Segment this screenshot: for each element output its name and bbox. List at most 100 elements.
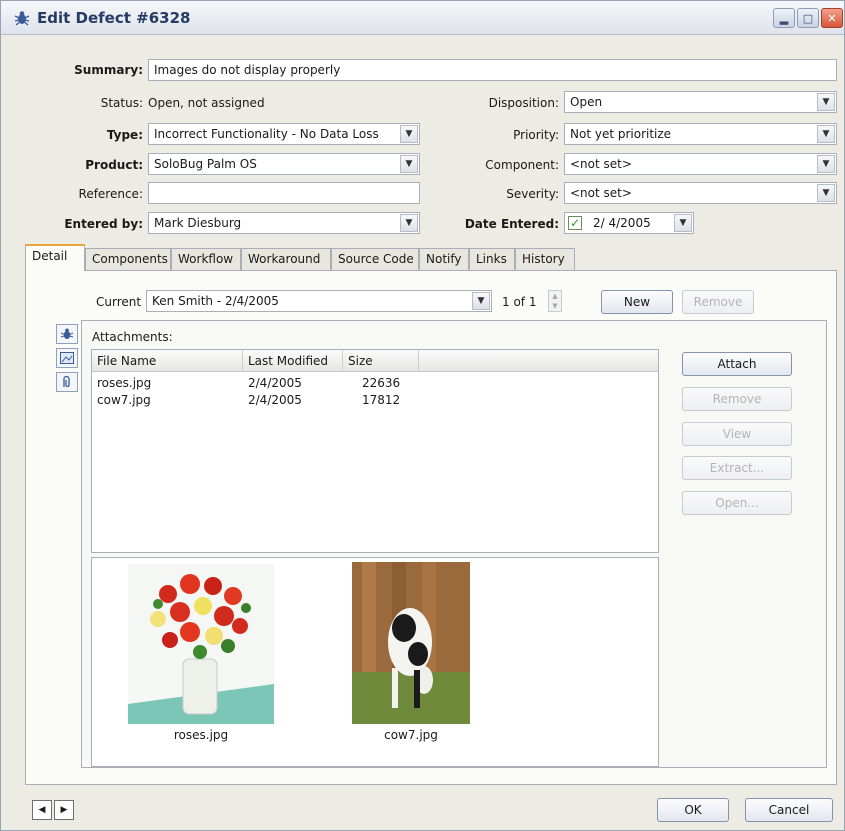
cow-caption: cow7.jpg	[384, 728, 438, 742]
column-divider[interactable]	[418, 350, 419, 372]
preview-pane: roses.jpg cow7.jpg	[91, 557, 659, 767]
window-title: Edit Defect #6328	[37, 9, 191, 27]
tab-workflow[interactable]: Workflow	[171, 248, 241, 270]
column-divider[interactable]	[342, 350, 343, 372]
attachments-table[interactable]: File Name Last Modified Size roses.jpg 2…	[91, 349, 659, 553]
title-bar[interactable]: Edit Defect #6328 ▂ □ ✕	[1, 1, 844, 35]
component-label: Component:	[485, 158, 559, 172]
product-select[interactable]: SoloBug Palm OS ▼	[148, 153, 420, 175]
component-value: <not set>	[570, 157, 632, 171]
open-button[interactable]: Open...	[682, 491, 792, 515]
current-select[interactable]: Ken Smith - 2/4/2005 ▼	[146, 290, 492, 312]
remove-record-button[interactable]: Remove	[682, 290, 754, 314]
disposition-select[interactable]: Open ▼	[564, 91, 837, 113]
chevron-down-icon[interactable]: ▼	[817, 125, 835, 143]
status-label: Status:	[100, 96, 143, 110]
severity-label: Severity:	[506, 187, 559, 201]
column-header-size[interactable]: Size	[348, 354, 373, 368]
record-spinner[interactable]: ▲ ▼	[548, 290, 562, 312]
disposition-value: Open	[570, 95, 603, 109]
severity-select[interactable]: <not set> ▼	[564, 182, 837, 204]
roses-thumbnail[interactable]	[128, 564, 274, 724]
extract-button[interactable]: Extract...	[682, 456, 792, 480]
attachments-title: Attachments:	[92, 330, 173, 344]
summary-field[interactable]: Images do not display properly	[148, 59, 837, 81]
chevron-left-icon: ◀	[38, 805, 46, 815]
chevron-down-icon[interactable]: ▼	[400, 214, 418, 232]
type-value: Incorrect Functionality - No Data Loss	[154, 127, 379, 141]
detail-view-button[interactable]	[56, 324, 78, 344]
chevron-right-icon: ▶	[60, 805, 68, 815]
bug-icon	[60, 328, 74, 339]
table-row[interactable]: cow7.jpg 2/4/2005 17812	[92, 393, 658, 409]
severity-value: <not set>	[570, 186, 632, 200]
tab-links[interactable]: Links	[469, 248, 515, 270]
record-count: 1 of 1	[502, 295, 537, 309]
tab-detail[interactable]: Detail	[25, 244, 85, 271]
date-entered-label: Date Entered:	[464, 217, 559, 231]
date-entered-checkbox[interactable]: ✓	[568, 216, 582, 230]
date-entered-value: 2/ 4/2005	[593, 216, 651, 230]
chevron-down-icon[interactable]: ▼	[472, 292, 490, 310]
close-button[interactable]: ✕	[821, 8, 843, 28]
chevron-down-icon[interactable]: ▼	[817, 93, 835, 111]
maximize-button[interactable]: □	[797, 8, 819, 28]
table-header: File Name Last Modified Size	[92, 350, 658, 372]
type-select[interactable]: Incorrect Functionality - No Data Loss ▼	[148, 123, 420, 145]
edit-defect-window: Edit Defect #6328 ▂ □ ✕ Summary: Images …	[0, 0, 845, 831]
reference-field[interactable]	[148, 182, 420, 204]
chevron-down-icon[interactable]: ▼	[674, 214, 692, 232]
summary-label: Summary:	[74, 63, 143, 77]
next-button[interactable]: ▶	[54, 800, 74, 820]
priority-select[interactable]: Not yet prioritize ▼	[564, 123, 837, 145]
cow-image	[352, 562, 470, 724]
cell-last-modified: 2/4/2005	[248, 376, 302, 390]
date-entered-picker[interactable]: ✓ 2/ 4/2005 ▼	[564, 212, 694, 234]
close-icon: ✕	[827, 11, 837, 25]
chevron-down-icon[interactable]: ▼	[400, 155, 418, 173]
paperclip-icon	[63, 375, 70, 388]
priority-value: Not yet prioritize	[570, 127, 672, 141]
tab-components[interactable]: Components	[85, 248, 171, 270]
bug-icon	[14, 11, 30, 26]
current-value: Ken Smith - 2/4/2005	[152, 294, 279, 308]
tab-source-code[interactable]: Source Code	[331, 248, 419, 270]
image-icon	[60, 352, 74, 364]
cancel-button[interactable]: Cancel	[745, 798, 833, 822]
priority-label: Priority:	[513, 128, 559, 142]
entered-by-label: Entered by:	[64, 217, 143, 231]
component-select[interactable]: <not set> ▼	[564, 153, 837, 175]
attach-button[interactable]: Attach	[682, 352, 792, 376]
view-button[interactable]: View	[682, 422, 792, 446]
chevron-down-icon[interactable]: ▼	[817, 184, 835, 202]
tab-notify[interactable]: Notify	[419, 248, 469, 270]
tab-workaround[interactable]: Workaround	[241, 248, 331, 270]
chevron-down-icon[interactable]: ▼	[400, 125, 418, 143]
new-button[interactable]: New	[601, 290, 673, 314]
ok-button[interactable]: OK	[657, 798, 729, 822]
previous-button[interactable]: ◀	[32, 800, 52, 820]
tab-history[interactable]: History	[515, 248, 575, 270]
chevron-down-icon[interactable]: ▼	[817, 155, 835, 173]
roses-image	[128, 564, 274, 724]
current-label: Current	[96, 295, 142, 309]
cell-size: 22636	[362, 376, 401, 390]
column-header-last-modified[interactable]: Last Modified	[248, 354, 328, 368]
cell-size: 17812	[362, 393, 401, 407]
cow-thumbnail[interactable]	[352, 562, 470, 724]
entered-by-select[interactable]: Mark Diesburg ▼	[148, 212, 420, 234]
remove-attachment-button[interactable]: Remove	[682, 387, 792, 411]
cell-file-name: cow7.jpg	[97, 393, 151, 407]
column-divider[interactable]	[242, 350, 243, 372]
column-header-file-name[interactable]: File Name	[97, 354, 156, 368]
table-row[interactable]: roses.jpg 2/4/2005 22636	[92, 376, 658, 392]
roses-caption: roses.jpg	[173, 728, 229, 742]
cell-file-name: roses.jpg	[97, 376, 152, 390]
image-view-button[interactable]	[56, 348, 78, 368]
attachment-view-button[interactable]	[56, 372, 78, 392]
cell-last-modified: 2/4/2005	[248, 393, 302, 407]
disposition-label: Disposition:	[488, 96, 559, 110]
reference-label: Reference:	[78, 187, 143, 201]
status-value: Open, not assigned	[148, 96, 265, 110]
minimize-button[interactable]: ▂	[773, 8, 795, 28]
